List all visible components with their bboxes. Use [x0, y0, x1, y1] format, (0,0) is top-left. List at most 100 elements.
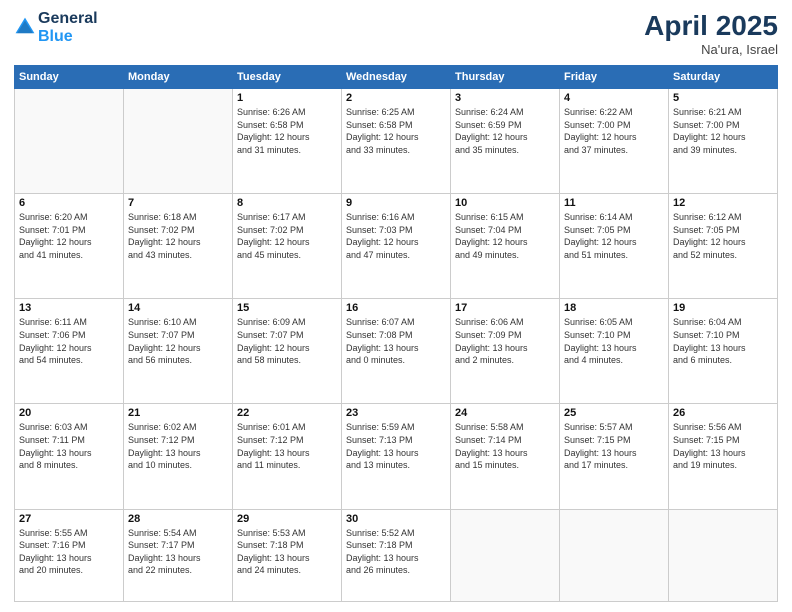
- day-number: 3: [455, 92, 555, 104]
- day-info: Sunrise: 6:20 AMSunset: 7:01 PMDaylight:…: [19, 211, 119, 261]
- day-number: 23: [346, 407, 446, 419]
- table-row: 29Sunrise: 5:53 AMSunset: 7:18 PMDayligh…: [233, 509, 342, 601]
- day-info: Sunrise: 6:03 AMSunset: 7:11 PMDaylight:…: [19, 421, 119, 471]
- day-number: 14: [128, 302, 228, 314]
- day-info: Sunrise: 6:01 AMSunset: 7:12 PMDaylight:…: [237, 421, 337, 471]
- table-row: 28 Sunrise: 5:54 AMSunset: 7:17 PMDayligh…: [124, 509, 233, 601]
- day-number: 2: [346, 92, 446, 104]
- table-row: [124, 89, 233, 194]
- day-info: Sunrise: 5:58 AMSunset: 7:14 PMDaylight:…: [455, 421, 555, 471]
- table-row: [451, 509, 560, 601]
- day-number: 24: [455, 407, 555, 419]
- col-monday: Monday: [124, 66, 233, 89]
- day-number: 4: [564, 92, 664, 104]
- table-row: [669, 509, 778, 601]
- day-number: 11: [564, 197, 664, 209]
- table-row: 9Sunrise: 6:16 AMSunset: 7:03 PMDaylight…: [342, 194, 451, 299]
- table-row: 19 Sunrise: 6:04 AMSunset: 7:10 PMDayligh…: [669, 299, 778, 404]
- day-number: 30: [346, 513, 446, 525]
- day-info: Sunrise: 6:24 AMSunset: 6:59 PMDaylight:…: [455, 106, 555, 156]
- day-info: Sunrise: 6:09 AMSunset: 7:07 PMDaylight:…: [237, 316, 337, 366]
- day-number: 28: [128, 513, 228, 525]
- day-info: Sunrise: 6:07 AMSunset: 7:08 PMDaylight:…: [346, 316, 446, 366]
- table-row: 1 Sunrise: 6:26 AMSunset: 6:58 PMDaylight…: [233, 89, 342, 194]
- day-number: 19: [673, 302, 773, 314]
- table-row: 23 Sunrise: 5:59 AMSunset: 7:13 PMDayligh…: [342, 404, 451, 509]
- day-info: Sunrise: 6:17 AMSunset: 7:02 PMDaylight:…: [237, 211, 337, 261]
- title-block: April 2025 Na'ura, Israel: [644, 10, 778, 57]
- day-info: Sunrise: 5:54 AMSunset: 7:17 PMDaylight:…: [128, 527, 228, 577]
- day-info: Sunrise: 5:55 AMSunset: 7:16 PMDaylight:…: [19, 527, 119, 577]
- day-number: 1: [237, 92, 337, 104]
- table-row: 13Sunrise: 6:11 AMSunset: 7:06 PMDayligh…: [15, 299, 124, 404]
- header: General Blue April 2025 Na'ura, Israel: [14, 10, 778, 57]
- col-thursday: Thursday: [451, 66, 560, 89]
- table-row: 16 Sunrise: 6:07 AMSunset: 7:08 PMDayligh…: [342, 299, 451, 404]
- day-info: Sunrise: 6:21 AMSunset: 7:00 PMDaylight:…: [673, 106, 773, 156]
- day-number: 22: [237, 407, 337, 419]
- day-info: Sunrise: 6:14 AMSunset: 7:05 PMDaylight:…: [564, 211, 664, 261]
- table-row: 7 Sunrise: 6:18 AMSunset: 7:02 PMDaylight…: [124, 194, 233, 299]
- day-info: Sunrise: 6:05 AMSunset: 7:10 PMDaylight:…: [564, 316, 664, 366]
- logo: General Blue: [14, 10, 98, 45]
- day-number: 21: [128, 407, 228, 419]
- logo-line2: Blue: [38, 28, 98, 46]
- table-row: 20 Sunrise: 6:03 AMSunset: 7:11 PMDayligh…: [15, 404, 124, 509]
- day-number: 16: [346, 302, 446, 314]
- col-wednesday: Wednesday: [342, 66, 451, 89]
- table-row: [560, 509, 669, 601]
- day-number: 17: [455, 302, 555, 314]
- table-row: 8Sunrise: 6:17 AMSunset: 7:02 PMDaylight…: [233, 194, 342, 299]
- table-row: 3 Sunrise: 6:24 AMSunset: 6:59 PMDaylight…: [451, 89, 560, 194]
- col-tuesday: Tuesday: [233, 66, 342, 89]
- day-number: 20: [19, 407, 119, 419]
- table-row: 14 Sunrise: 6:10 AMSunset: 7:07 PMDayligh…: [124, 299, 233, 404]
- logo-line1: General: [38, 10, 98, 28]
- day-info: Sunrise: 5:52 AMSunset: 7:18 PMDaylight:…: [346, 527, 446, 577]
- col-sunday: Sunday: [15, 66, 124, 89]
- day-number: 18: [564, 302, 664, 314]
- day-number: 25: [564, 407, 664, 419]
- day-info: Sunrise: 6:25 AMSunset: 6:58 PMDaylight:…: [346, 106, 446, 156]
- day-info: Sunrise: 6:02 AMSunset: 7:12 PMDaylight:…: [128, 421, 228, 471]
- day-number: 6: [19, 197, 119, 209]
- day-info: Sunrise: 5:59 AMSunset: 7:13 PMDaylight:…: [346, 421, 446, 471]
- month-title: April 2025: [644, 10, 778, 42]
- day-number: 7: [128, 197, 228, 209]
- page: General Blue April 2025 Na'ura, Israel S…: [0, 0, 792, 612]
- table-row: 2 Sunrise: 6:25 AMSunset: 6:58 PMDaylight…: [342, 89, 451, 194]
- day-number: 29: [237, 513, 337, 525]
- table-row: 12 Sunrise: 6:12 AMSunset: 7:05 PMDayligh…: [669, 194, 778, 299]
- table-row: 21 Sunrise: 6:02 AMSunset: 7:12 PMDayligh…: [124, 404, 233, 509]
- day-number: 27: [19, 513, 119, 525]
- day-info: Sunrise: 6:18 AMSunset: 7:02 PMDaylight:…: [128, 211, 228, 261]
- table-row: 24 Sunrise: 5:58 AMSunset: 7:14 PMDayligh…: [451, 404, 560, 509]
- table-row: 27 Sunrise: 5:55 AMSunset: 7:16 PMDayligh…: [15, 509, 124, 601]
- day-info: Sunrise: 6:11 AMSunset: 7:06 PMDaylight:…: [19, 316, 119, 366]
- table-row: 5 Sunrise: 6:21 AMSunset: 7:00 PMDaylight…: [669, 89, 778, 194]
- day-info: Sunrise: 6:26 AMSunset: 6:58 PMDaylight:…: [237, 106, 337, 156]
- table-row: 30 Sunrise: 5:52 AMSunset: 7:18 PMDayligh…: [342, 509, 451, 601]
- day-number: 12: [673, 197, 773, 209]
- logo-icon: [14, 16, 36, 38]
- day-info: Sunrise: 6:06 AMSunset: 7:09 PMDaylight:…: [455, 316, 555, 366]
- day-info: Sunrise: 5:57 AMSunset: 7:15 PMDaylight:…: [564, 421, 664, 471]
- table-row: 26 Sunrise: 5:56 AMSunset: 7:15 PMDayligh…: [669, 404, 778, 509]
- table-row: 11 Sunrise: 6:14 AMSunset: 7:05 PMDayligh…: [560, 194, 669, 299]
- table-row: 17 Sunrise: 6:06 AMSunset: 7:09 PMDayligh…: [451, 299, 560, 404]
- table-row: 10Sunrise: 6:15 AMSunset: 7:04 PMDayligh…: [451, 194, 560, 299]
- day-number: 5: [673, 92, 773, 104]
- day-info: Sunrise: 6:04 AMSunset: 7:10 PMDaylight:…: [673, 316, 773, 366]
- location: Na'ura, Israel: [644, 42, 778, 57]
- day-info: Sunrise: 6:12 AMSunset: 7:05 PMDaylight:…: [673, 211, 773, 261]
- day-info: Sunrise: 5:56 AMSunset: 7:15 PMDaylight:…: [673, 421, 773, 471]
- day-number: 26: [673, 407, 773, 419]
- calendar-table: Sunday Monday Tuesday Wednesday Thursday…: [14, 65, 778, 602]
- day-info: Sunrise: 6:16 AMSunset: 7:03 PMDaylight:…: [346, 211, 446, 261]
- day-info: Sunrise: 6:10 AMSunset: 7:07 PMDaylight:…: [128, 316, 228, 366]
- col-friday: Friday: [560, 66, 669, 89]
- day-number: 10: [455, 197, 555, 209]
- day-info: Sunrise: 6:22 AMSunset: 7:00 PMDaylight:…: [564, 106, 664, 156]
- calendar-header-row: Sunday Monday Tuesday Wednesday Thursday…: [15, 66, 778, 89]
- table-row: 6 Sunrise: 6:20 AMSunset: 7:01 PMDaylight…: [15, 194, 124, 299]
